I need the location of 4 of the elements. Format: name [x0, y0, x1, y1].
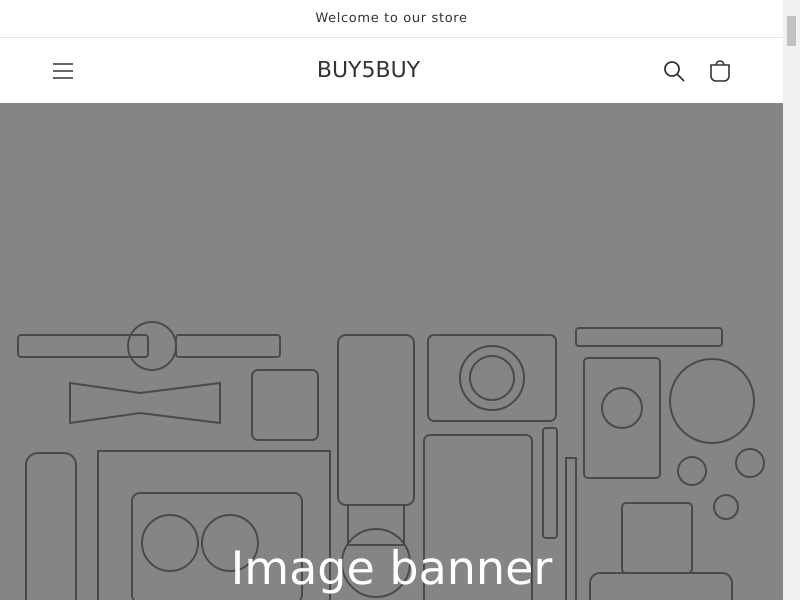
announcement-text: Welcome to our store [315, 10, 468, 28]
scrollbar[interactable] [783, 0, 800, 600]
banner-heading: Image banner [230, 540, 552, 596]
store-logo[interactable]: BUY5BUY [316, 54, 420, 87]
